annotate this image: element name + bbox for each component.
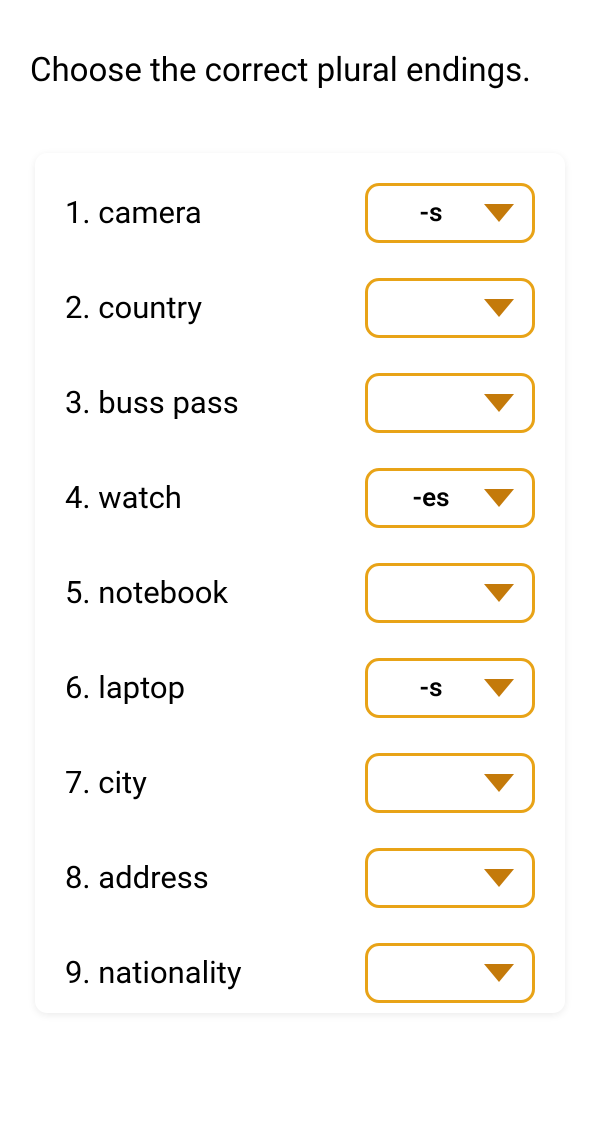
- chevron-down-icon: [484, 489, 514, 507]
- plural-dropdown[interactable]: -s: [365, 658, 535, 718]
- plural-dropdown[interactable]: [365, 943, 535, 1003]
- exercise-row: 6. laptop -s: [65, 658, 535, 718]
- plural-dropdown[interactable]: [365, 753, 535, 813]
- exercise-row: 8. address: [65, 848, 535, 908]
- chevron-down-icon: [484, 869, 514, 887]
- exercise-row: 9. nationality: [65, 943, 535, 1003]
- word-label: 9. nationality: [65, 954, 242, 991]
- chevron-down-icon: [484, 299, 514, 317]
- dropdown-value: -s: [386, 673, 476, 703]
- chevron-down-icon: [484, 964, 514, 982]
- instruction-text: Choose the correct plural endings.: [30, 50, 570, 93]
- plural-dropdown[interactable]: -s: [365, 183, 535, 243]
- exercise-panel: 1. camera -s 2. country 3. buss pass 4. …: [35, 153, 565, 1013]
- plural-dropdown[interactable]: [365, 848, 535, 908]
- word-label: 7. city: [65, 764, 147, 801]
- plural-dropdown[interactable]: [365, 373, 535, 433]
- exercise-row: 5. notebook: [65, 563, 535, 623]
- plural-dropdown[interactable]: [365, 563, 535, 623]
- dropdown-value: -s: [386, 198, 476, 228]
- word-label: 8. address: [65, 859, 209, 896]
- chevron-down-icon: [484, 679, 514, 697]
- chevron-down-icon: [484, 584, 514, 602]
- plural-dropdown[interactable]: -es: [365, 468, 535, 528]
- dropdown-value: -es: [386, 483, 476, 513]
- exercise-row: 7. city: [65, 753, 535, 813]
- chevron-down-icon: [484, 774, 514, 792]
- exercise-row: 2. country: [65, 278, 535, 338]
- word-label: 3. buss pass: [65, 384, 239, 421]
- word-label: 5. notebook: [65, 574, 228, 611]
- exercise-row: 1. camera -s: [65, 183, 535, 243]
- chevron-down-icon: [484, 394, 514, 412]
- word-label: 1. camera: [65, 194, 202, 231]
- word-label: 2. country: [65, 289, 202, 326]
- word-label: 4. watch: [65, 479, 182, 516]
- word-label: 6. laptop: [65, 669, 185, 706]
- exercise-row: 4. watch -es: [65, 468, 535, 528]
- plural-dropdown[interactable]: [365, 278, 535, 338]
- chevron-down-icon: [484, 204, 514, 222]
- exercise-row: 3. buss pass: [65, 373, 535, 433]
